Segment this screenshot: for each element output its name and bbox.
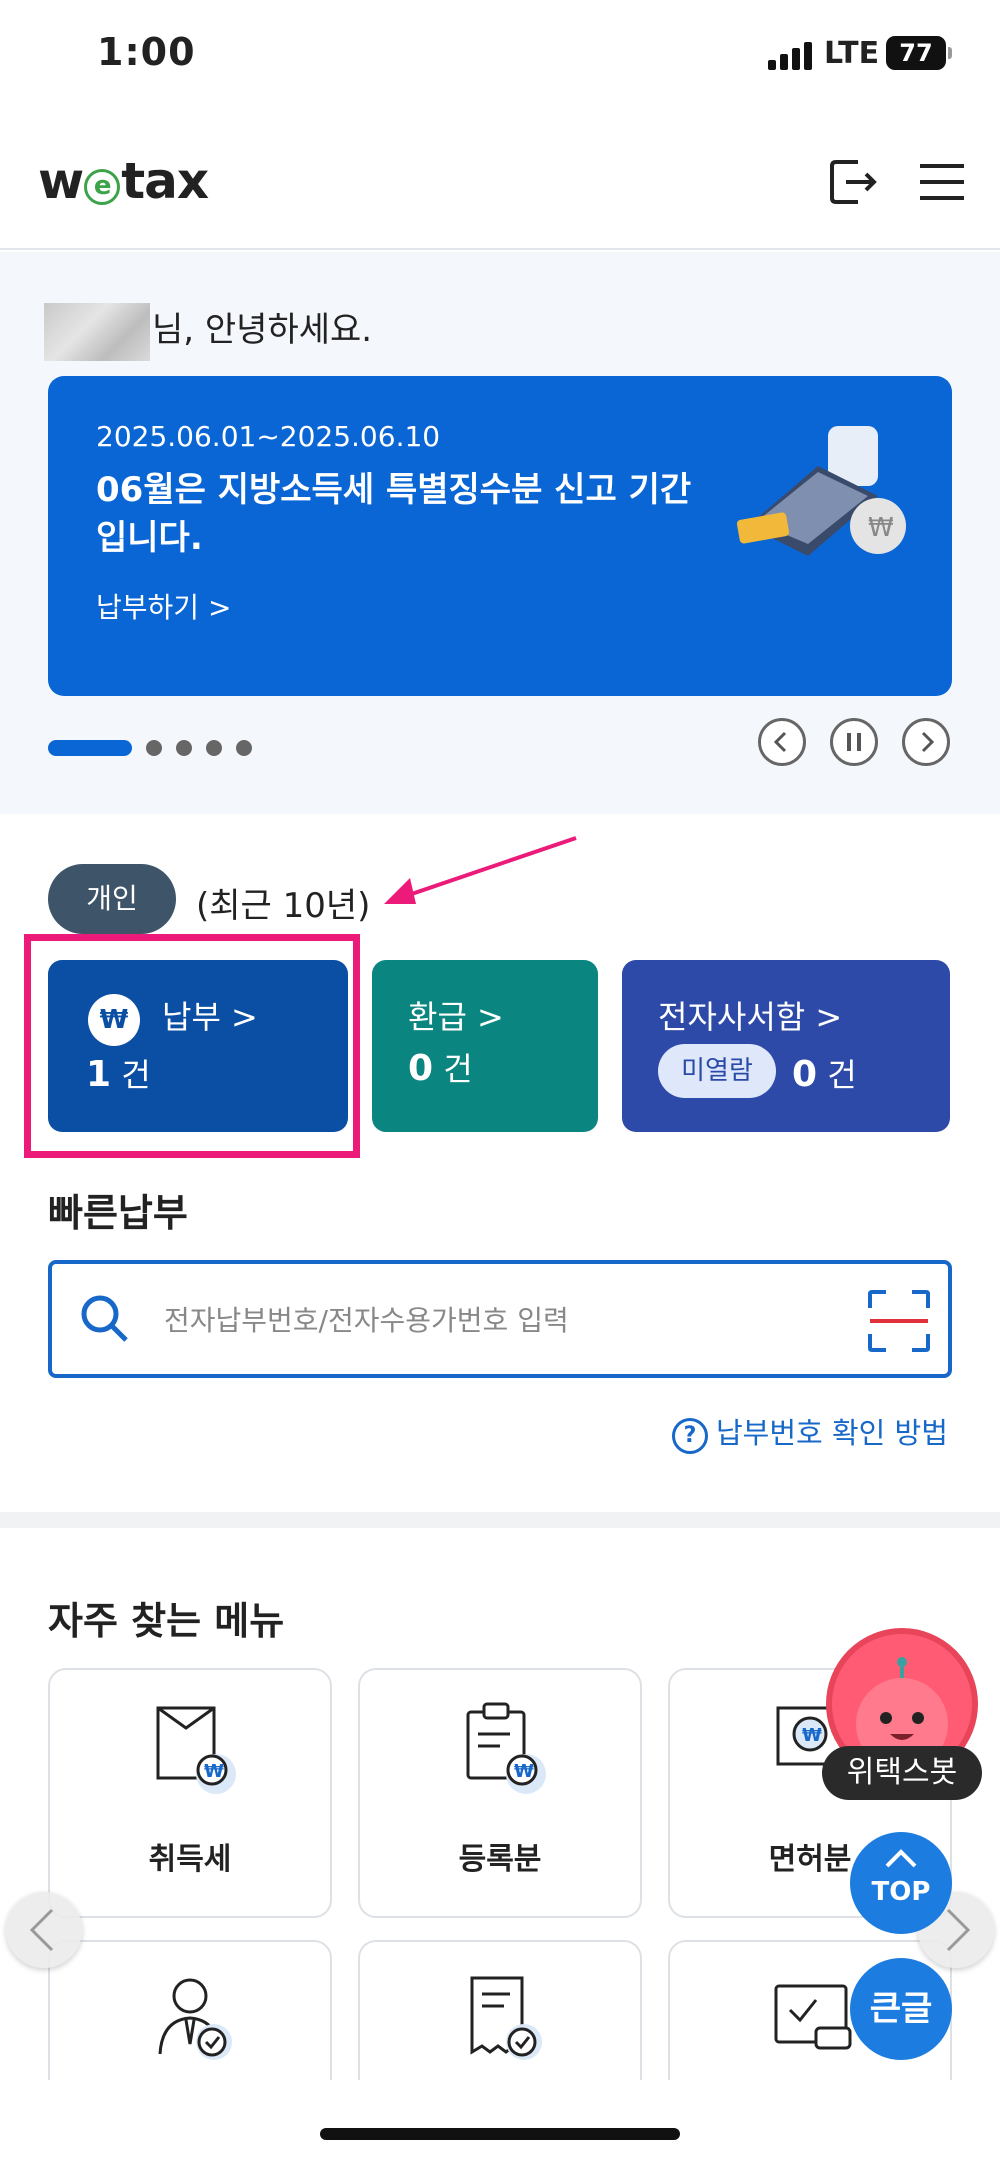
quick-pay-title: 빠른납부 <box>48 1191 188 1235</box>
payment-number-help-link[interactable]: ? 납부번호 확인 방법 <box>672 1410 948 1454</box>
unread-badge: 미열람 <box>658 1044 776 1098</box>
person-check-icon <box>158 1978 232 2060</box>
card-check-icon <box>774 1984 852 2050</box>
category-subtitle: (최근 10년) <box>196 886 371 926</box>
banner-pay-link[interactable]: 납부하기 > <box>96 586 231 626</box>
section-divider <box>0 1512 1000 1528</box>
annotation-arrow-icon <box>384 836 577 904</box>
carousel-dot[interactable] <box>146 740 162 756</box>
carousel-prev-button[interactable] <box>758 718 806 766</box>
large-text-button[interactable]: 큰글 <box>850 1958 952 2060</box>
promo-banner[interactable]: 2025.06.01~2025.06.10 06월은 지방소득세 특별징수분 신… <box>48 376 952 696</box>
svg-text:₩: ₩ <box>514 1761 534 1782</box>
menu-card-acquisition-tax[interactable]: ₩ 취득세 <box>48 1668 332 1918</box>
menu-label: 취득세 <box>148 1842 232 1877</box>
mailbox-label: 전자사서함 > <box>658 998 843 1036</box>
battery-icon: 77 <box>886 36 952 70</box>
mailbox-count: 0 건 <box>792 1054 857 1095</box>
chatbot-label: 위택스봇 <box>822 1746 982 1800</box>
logout-icon[interactable] <box>826 154 882 210</box>
bottom-safe-area <box>0 2080 1000 2164</box>
status-time: 1:00 <box>97 30 196 74</box>
carousel-dot[interactable] <box>206 740 222 756</box>
payment-number-input[interactable] <box>164 1294 784 1346</box>
signal-icon <box>768 40 816 70</box>
menu-prev-button[interactable] <box>6 1892 82 1968</box>
refund-tile[interactable]: 환급 > 0 건 <box>372 960 598 1132</box>
receipt-check-icon <box>470 1976 542 2060</box>
carousel-pause-button[interactable] <box>830 718 878 766</box>
home-indicator[interactable] <box>320 2128 680 2140</box>
document-won-icon: ₩ <box>156 1706 236 1794</box>
svg-text:₩: ₩ <box>802 1725 822 1746</box>
network-type: LTE <box>824 36 880 71</box>
frequent-menu-title: 자주 찾는 메뉴 <box>48 1599 285 1643</box>
help-icon: ? <box>672 1418 708 1454</box>
chevron-up-icon <box>885 1849 917 1868</box>
refund-label: 환급 > <box>408 998 504 1036</box>
status-bar: 1:00 LTE 77 <box>0 0 1000 110</box>
user-name-redacted <box>44 302 150 361</box>
category-chip-personal[interactable]: 개인 <box>48 864 176 934</box>
mailbox-tile[interactable]: 전자사서함 > 미열람 0 건 <box>622 960 950 1132</box>
payment-terminal-icon: ₩ <box>736 426 906 556</box>
banner-section: 님, 안녕하세요. 2025.06.01~2025.06.10 06월은 지방소… <box>0 252 1000 814</box>
top-label: TOP <box>871 1877 931 1907</box>
carousel-dot-active[interactable] <box>48 740 132 756</box>
annotation-highlight-box <box>24 934 360 1158</box>
menu-icon[interactable] <box>914 154 970 210</box>
menu-card-registration[interactable]: ₩ 등록분 <box>358 1668 642 1918</box>
scan-barcode-icon[interactable] <box>868 1290 930 1352</box>
refund-count: 0 건 <box>408 1048 473 1089</box>
clipboard-won-icon: ₩ <box>466 1702 546 1794</box>
scroll-top-button[interactable]: TOP <box>850 1832 952 1934</box>
svg-text:₩: ₩ <box>868 513 894 543</box>
search-icon[interactable] <box>76 1290 132 1346</box>
greeting: 님, 안녕하세요. <box>44 302 372 361</box>
app-header: w e tax <box>0 110 1000 250</box>
carousel-next-button[interactable] <box>902 718 950 766</box>
banner-date: 2025.06.01~2025.06.10 <box>96 420 441 453</box>
banner-title: 06월은 지방소득세 특별징수분 신고 기간입니다. <box>96 470 692 558</box>
menu-label: 등록분 <box>458 1842 542 1877</box>
wetax-logo[interactable]: w e tax <box>38 152 209 210</box>
quick-pay-search <box>48 1260 952 1378</box>
svg-text:₩: ₩ <box>204 1761 224 1782</box>
carousel-dot[interactable] <box>176 740 192 756</box>
chatbot-button[interactable]: 위택스봇 <box>822 1628 982 1808</box>
carousel-dot[interactable] <box>236 740 252 756</box>
